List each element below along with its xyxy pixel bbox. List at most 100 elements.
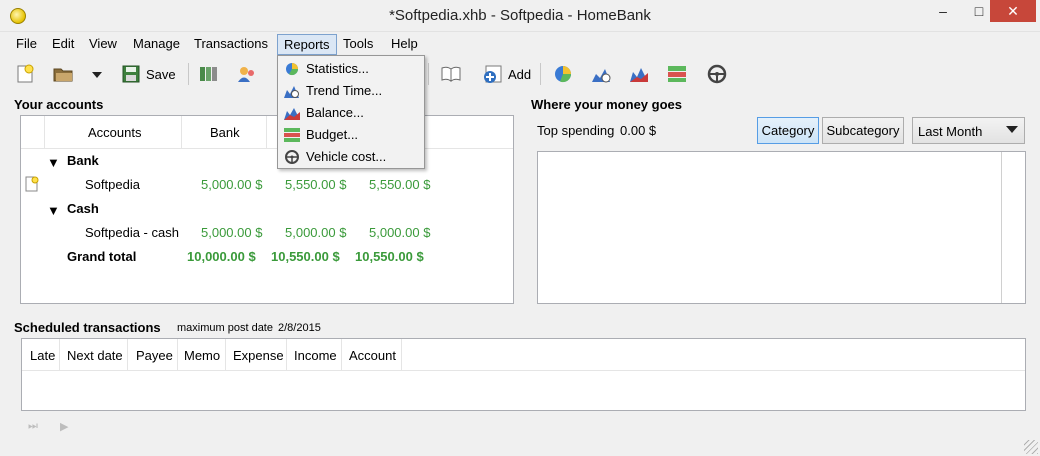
scheduled-transactions-list[interactable]: Late Next date Payee Memo Expense Income…	[21, 338, 1026, 411]
grand-total-today: 10,550.00 $	[271, 249, 340, 264]
menu-edit[interactable]: Edit	[46, 34, 80, 55]
account-name: Softpedia - cash	[85, 225, 179, 240]
top-spending-label: Top spending	[537, 123, 615, 138]
trend-chart-icon	[592, 69, 611, 83]
spending-list-scrollbar[interactable]	[1001, 152, 1025, 303]
menu-item-vehicle-cost[interactable]: Vehicle cost...	[280, 146, 422, 168]
add-transaction-button[interactable]: Add	[482, 61, 531, 87]
dropdown-arrow-icon	[92, 72, 102, 78]
account-row-softpedia[interactable]: Softpedia 5,000.00 $ 5,550.00 $ 5,550.00…	[21, 173, 513, 197]
resize-grip[interactable]	[1024, 440, 1038, 454]
your-accounts-heading: Your accounts	[14, 97, 104, 112]
trend-time-icon	[284, 86, 299, 98]
max-post-date-value: 2/8/2015	[278, 322, 321, 334]
account-future-value: 5,550.00 $	[369, 177, 431, 192]
account-future-value: 5,000.00 $	[369, 225, 431, 240]
scheduled-header: Late Next date Payee Memo Expense Income…	[22, 339, 1025, 371]
spending-chart-area	[537, 151, 1026, 304]
grand-total-label: Grand total	[67, 249, 137, 264]
menu-file[interactable]: File	[10, 34, 43, 55]
menu-item-statistics[interactable]: Statistics...	[280, 58, 422, 80]
where-money-goes-heading: Where your money goes	[531, 97, 682, 112]
accounts-header: Accounts Bank	[21, 116, 513, 149]
menu-bar: File Edit View Manage Transactions Repor…	[0, 32, 1040, 56]
menu-item-budget[interactable]: Budget...	[280, 124, 422, 146]
steering-wheel-icon	[285, 150, 299, 164]
grand-total-bank: 10,000.00 $	[187, 249, 256, 264]
menu-help[interactable]: Help	[385, 34, 424, 55]
statistics-report-button[interactable]	[552, 61, 574, 87]
menu-item-label: Trend Time...	[306, 83, 383, 98]
accounts-icon	[200, 67, 217, 81]
vehicle-cost-report-button[interactable]	[706, 61, 728, 87]
pie-chart-icon	[555, 66, 572, 83]
accounts-manage-button[interactable]	[198, 61, 220, 87]
title-bar: *Softpedia.xhb - Softpedia - HomeBank – …	[0, 0, 1040, 32]
account-bank-value: 5,000.00 $	[201, 225, 263, 240]
menu-manage[interactable]: Manage	[127, 34, 186, 55]
category-toggle-button[interactable]: Category	[757, 117, 819, 144]
column-income[interactable]: Income	[294, 348, 337, 363]
window-title: *Softpedia.xhb - Softpedia - HomeBank	[389, 7, 651, 24]
menu-transactions[interactable]: Transactions	[188, 34, 274, 55]
column-expense[interactable]: Expense	[233, 348, 284, 363]
period-select[interactable]: Last Month	[912, 117, 1025, 144]
toolbar: Save Add	[0, 57, 1040, 91]
toolbar-separator	[428, 63, 429, 85]
save-button-label: Save	[146, 66, 176, 82]
book-icon	[441, 66, 461, 82]
trend-time-report-button[interactable]	[590, 61, 612, 87]
menu-item-trend-time[interactable]: Trend Time...	[280, 80, 422, 102]
post-scheduled-icon[interactable]: ▶	[60, 420, 68, 433]
menu-reports[interactable]: Reports	[277, 34, 337, 55]
balance-icon	[284, 108, 300, 120]
column-account[interactable]: Account	[349, 348, 396, 363]
column-bank[interactable]: Bank	[210, 125, 240, 140]
menu-tools[interactable]: Tools	[337, 34, 379, 55]
menu-item-balance[interactable]: Balance...	[280, 102, 422, 124]
menu-item-label: Budget...	[306, 127, 359, 142]
open-folder-icon	[53, 68, 73, 82]
grand-total-future: 10,550.00 $	[355, 249, 424, 264]
accounts-tree[interactable]: Accounts Bank ▼ Bank Softpedia 5,000.00 …	[20, 115, 514, 304]
balance-report-button[interactable]	[628, 61, 650, 87]
add-icon	[484, 65, 502, 83]
menu-view[interactable]: View	[83, 34, 123, 55]
open-recent-dropdown[interactable]	[90, 61, 104, 87]
save-button[interactable]: Save	[120, 61, 176, 87]
column-next-date[interactable]: Next date	[67, 348, 123, 363]
group-name: Cash	[67, 201, 99, 216]
scheduled-transactions-heading: Scheduled transactions	[14, 320, 161, 335]
group-row-cash[interactable]: ▼ Cash	[21, 197, 513, 221]
group-row-bank[interactable]: ▼ Bank	[21, 149, 513, 173]
skip-scheduled-icon[interactable]: ⏭	[28, 420, 38, 433]
grand-total-row[interactable]: Grand total 10,000.00 $ 10,550.00 $ 10,5…	[21, 245, 513, 269]
show-register-button[interactable]	[440, 61, 462, 87]
budget-report-button[interactable]	[666, 61, 688, 87]
menu-item-label: Vehicle cost...	[306, 149, 387, 164]
chevron-down-icon	[1006, 126, 1018, 133]
max-post-date-label: maximum post date	[177, 322, 273, 334]
expander-triangle-icon[interactable]: ▼	[47, 155, 60, 170]
column-accounts[interactable]: Accounts	[88, 125, 141, 140]
account-name: Softpedia	[85, 177, 140, 192]
budget-icon	[284, 128, 300, 142]
subcategory-toggle-button[interactable]: Subcategory	[822, 117, 904, 144]
payees-icon	[238, 67, 254, 82]
menu-item-label: Statistics...	[306, 61, 369, 76]
new-account-icon	[25, 176, 39, 192]
period-select-value: Last Month	[918, 124, 983, 139]
save-icon	[122, 65, 140, 83]
minimize-button[interactable]: –	[928, 0, 958, 22]
statistics-pie-icon	[286, 63, 298, 76]
expander-triangle-icon[interactable]: ▼	[47, 203, 60, 218]
open-file-button[interactable]	[52, 61, 74, 87]
column-late[interactable]: Late	[30, 348, 55, 363]
column-memo[interactable]: Memo	[184, 348, 220, 363]
account-row-softpedia-cash[interactable]: Softpedia - cash 5,000.00 $ 5,000.00 $ 5…	[21, 221, 513, 245]
close-button[interactable]: ✕	[990, 0, 1036, 22]
column-payee[interactable]: Payee	[136, 348, 173, 363]
menu-item-label: Balance...	[306, 105, 364, 120]
new-file-button[interactable]	[14, 61, 36, 87]
payees-manage-button[interactable]	[236, 61, 258, 87]
